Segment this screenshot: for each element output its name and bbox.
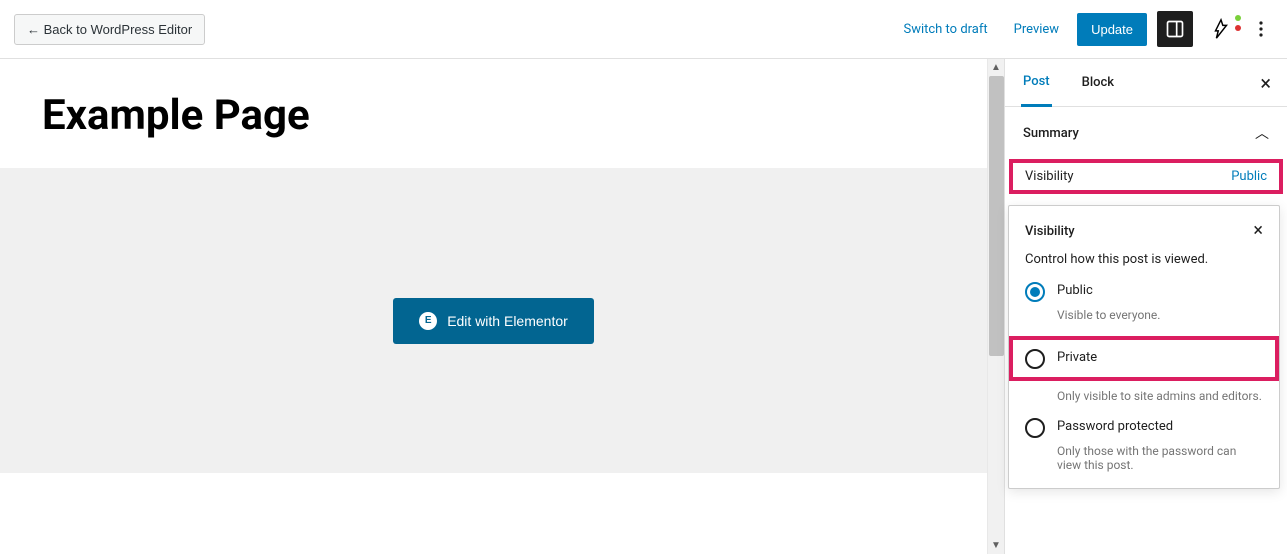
popup-close-icon[interactable]: × xyxy=(1253,222,1263,240)
edit-with-elementor-button[interactable]: E Edit with Elementor xyxy=(393,298,594,344)
radio-password[interactable] xyxy=(1025,418,1045,438)
page-title[interactable]: Example Page xyxy=(0,59,987,168)
popup-header: Visibility × xyxy=(1025,222,1263,240)
elementor-panel: E Edit with Elementor xyxy=(0,168,987,473)
settings-panel-toggle-icon[interactable] xyxy=(1157,11,1193,47)
elementor-button-label: Edit with Elementor xyxy=(447,313,568,329)
editor-area: Example Page E Edit with Elementor ▲ ▼ xyxy=(0,59,1004,554)
public-help-text: Visible to everyone. xyxy=(1057,308,1263,322)
elementor-logo-icon: E xyxy=(419,312,437,330)
private-help-text: Only visible to site admins and editors. xyxy=(1057,389,1263,403)
main-layout: Example Page E Edit with Elementor ▲ ▼ P… xyxy=(0,59,1287,554)
option-password: Password protected Only those with the p… xyxy=(1025,417,1263,472)
scroll-up-arrow-icon[interactable]: ▲ xyxy=(988,59,1004,76)
settings-sidebar: Post Block × Summary ︿ Visibility Public… xyxy=(1004,59,1287,554)
visibility-row[interactable]: Visibility Public xyxy=(1013,163,1279,190)
option-public: Public Visible to everyone. xyxy=(1025,281,1263,322)
visibility-row-highlight: Visibility Public xyxy=(1009,159,1283,194)
top-bar-actions: Switch to draft Preview Update xyxy=(895,11,1273,47)
preview-button[interactable]: Preview xyxy=(1006,16,1067,43)
yoast-seo-icon[interactable] xyxy=(1203,11,1239,47)
tab-post[interactable]: Post xyxy=(1021,59,1052,107)
update-button[interactable]: Update xyxy=(1077,13,1147,46)
tab-block[interactable]: Block xyxy=(1080,59,1116,107)
password-label[interactable]: Password protected xyxy=(1057,417,1173,434)
sidebar-tabs: Post Block × xyxy=(1005,59,1287,107)
close-sidebar-icon[interactable]: × xyxy=(1260,73,1271,93)
more-options-icon[interactable] xyxy=(1249,11,1273,47)
back-to-wordpress-button[interactable]: ← Back to WordPress Editor xyxy=(14,14,205,45)
switch-to-draft-button[interactable]: Switch to draft xyxy=(895,16,995,43)
top-bar: ← Back to WordPress Editor Switch to dra… xyxy=(0,0,1287,59)
option-private-highlight: Private xyxy=(1009,336,1279,381)
radio-private[interactable] xyxy=(1025,349,1045,369)
visibility-popup: Visibility × Control how this post is vi… xyxy=(1008,205,1280,489)
summary-label: Summary xyxy=(1023,126,1079,141)
visibility-value-link[interactable]: Public xyxy=(1231,169,1267,184)
summary-accordion-header[interactable]: Summary ︿ xyxy=(1005,107,1287,159)
public-label[interactable]: Public xyxy=(1057,281,1093,298)
popup-description: Control how this post is viewed. xyxy=(1025,252,1263,267)
editor-scrollbar[interactable]: ▲ ▼ xyxy=(987,59,1004,554)
scrollbar-thumb[interactable] xyxy=(989,76,1004,356)
popup-title: Visibility xyxy=(1025,224,1075,239)
private-label[interactable]: Private xyxy=(1057,348,1097,365)
radio-public[interactable] xyxy=(1025,282,1045,302)
scroll-down-arrow-icon[interactable]: ▼ xyxy=(988,537,1004,554)
visibility-label: Visibility xyxy=(1025,169,1074,184)
chevron-up-icon: ︿ xyxy=(1255,123,1269,143)
password-help-text: Only those with the password can view th… xyxy=(1057,444,1263,472)
